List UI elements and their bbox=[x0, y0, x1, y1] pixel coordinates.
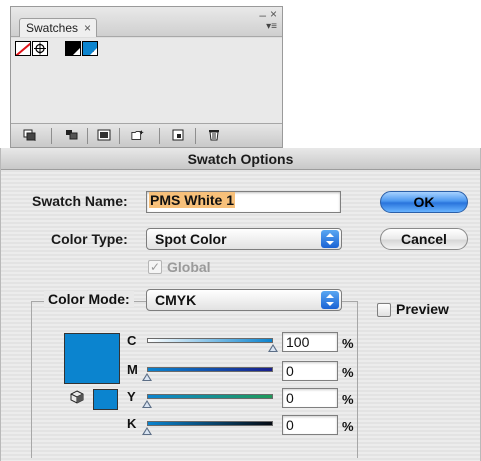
toolbar-divider bbox=[87, 128, 88, 144]
swatch-name-value: PMS White 1 bbox=[149, 192, 236, 208]
magenta-slider-handle[interactable] bbox=[142, 373, 152, 381]
color-type-select[interactable]: Spot Color bbox=[146, 228, 342, 250]
panel-menu-icon[interactable]: ▾≡ bbox=[266, 21, 277, 32]
black-value-input[interactable]: 0 bbox=[282, 415, 338, 435]
color-type-label: Color Type: bbox=[51, 231, 128, 247]
cyan-percent-sign: % bbox=[342, 336, 354, 351]
tab-label: Swatches bbox=[26, 21, 79, 35]
swatch-pms-white-1[interactable] bbox=[82, 41, 98, 56]
magenta-percent-sign: % bbox=[342, 365, 354, 380]
black-label: K bbox=[127, 416, 137, 431]
swatch-name-input[interactable]: PMS White 1 bbox=[146, 191, 341, 213]
cyan-slider[interactable] bbox=[147, 338, 273, 343]
dialog-title[interactable]: Swatch Options bbox=[1, 148, 480, 170]
swatches-panel: Swatches × – × ▾≡ bbox=[10, 6, 283, 148]
close-panel-icon[interactable]: × bbox=[270, 7, 277, 21]
color-mode-select[interactable]: CMYK bbox=[146, 289, 342, 311]
ok-button[interactable]: OK bbox=[380, 191, 468, 213]
yellow-slider[interactable] bbox=[147, 394, 273, 399]
new-color-group-icon[interactable] bbox=[131, 129, 145, 141]
panel-titlebar[interactable]: Swatches × – × ▾≡ bbox=[11, 7, 282, 37]
magenta-slider[interactable] bbox=[147, 367, 273, 372]
tab-close-icon[interactable]: × bbox=[84, 19, 91, 37]
yellow-slider-handle[interactable] bbox=[142, 400, 152, 408]
tab-swatches[interactable]: Swatches × bbox=[19, 18, 97, 37]
yellow-value-input[interactable]: 0 bbox=[282, 388, 338, 408]
global-label: Global bbox=[167, 259, 211, 275]
magenta-label: M bbox=[127, 362, 138, 377]
magenta-value-input[interactable]: 0 bbox=[282, 361, 338, 381]
delete-swatch-icon[interactable] bbox=[207, 129, 221, 141]
color-mode-label: Color Mode: bbox=[44, 291, 134, 307]
swatch-options-dialog: Swatch Options Swatch Name: PMS White 1 … bbox=[0, 148, 481, 461]
black-percent-sign: % bbox=[342, 419, 354, 434]
cyan-slider-handle[interactable] bbox=[268, 344, 278, 352]
cancel-button[interactable]: Cancel bbox=[380, 228, 468, 250]
toolbar-divider bbox=[195, 128, 196, 144]
panel-toolbar bbox=[11, 123, 282, 147]
yellow-percent-sign: % bbox=[342, 392, 354, 407]
preview-checkbox[interactable] bbox=[377, 303, 391, 317]
popup-arrows-icon bbox=[321, 291, 339, 309]
color-preview-swatch bbox=[64, 333, 120, 384]
show-swatch-kinds-icon[interactable] bbox=[65, 129, 79, 141]
swatch-name-label: Swatch Name: bbox=[32, 193, 128, 209]
swatch-list bbox=[11, 38, 282, 123]
toolbar-divider bbox=[159, 128, 160, 144]
popup-arrows-icon bbox=[321, 230, 339, 248]
swatch-options-icon[interactable] bbox=[97, 129, 111, 141]
swatch-libraries-menu-icon[interactable] bbox=[23, 129, 37, 141]
yellow-label: Y bbox=[127, 389, 136, 404]
black-slider[interactable] bbox=[147, 421, 273, 426]
web-safe-color-swatch[interactable] bbox=[93, 389, 118, 410]
swatch-black[interactable] bbox=[65, 41, 81, 56]
new-swatch-icon[interactable] bbox=[171, 129, 185, 141]
cyan-value-input[interactable]: 100 bbox=[282, 332, 338, 352]
registration-icon bbox=[34, 42, 46, 55]
cyan-label: C bbox=[127, 333, 137, 348]
color-type-value: Spot Color bbox=[155, 231, 227, 247]
color-mode-value: CMYK bbox=[155, 292, 197, 308]
toolbar-divider bbox=[119, 128, 120, 144]
swatch-none[interactable] bbox=[15, 41, 31, 56]
swatch-registration[interactable] bbox=[32, 41, 48, 56]
global-checkbox[interactable]: ✓ bbox=[148, 260, 162, 274]
out-of-web-color-warning-icon[interactable] bbox=[70, 390, 84, 409]
preview-label: Preview bbox=[396, 301, 449, 317]
collapse-panel-icon[interactable]: – bbox=[259, 8, 266, 22]
black-slider-handle[interactable] bbox=[142, 427, 152, 435]
toolbar-divider bbox=[51, 128, 52, 144]
